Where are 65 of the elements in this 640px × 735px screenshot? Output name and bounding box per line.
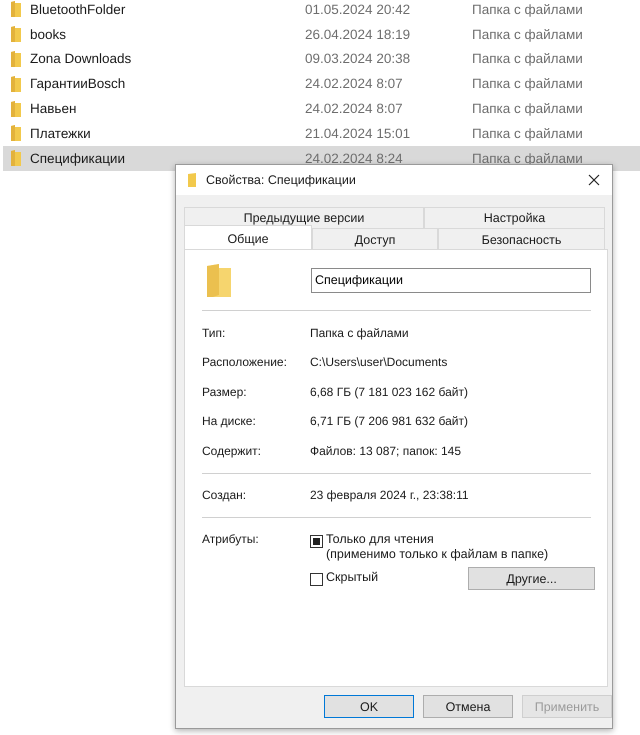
property-label: Размер: <box>202 384 248 399</box>
attributes-label: Атрибуты: <box>202 532 260 548</box>
folder-icon <box>188 173 196 187</box>
property-label: Создан: <box>202 488 248 502</box>
file-name: Zona Downloads <box>30 51 132 66</box>
property-label: На диске: <box>202 414 257 428</box>
file-type: Папка с файлами <box>472 76 583 92</box>
folder-icon <box>11 76 21 92</box>
dialog-button[interactable]: Отмена <box>423 695 513 718</box>
folder-icon <box>11 1 21 18</box>
property-value: 6,68 ГБ (7 181 023 162 байт) <box>310 384 468 399</box>
modified-date: 24.02.2024 8:24 <box>305 150 404 166</box>
checkbox[interactable] <box>310 573 323 586</box>
name-field[interactable]: Спецификации <box>311 268 591 292</box>
property-value: Файлов: 13 087; папок: 145 <box>310 444 462 458</box>
tab[interactable]: Безопасность <box>438 228 605 249</box>
file-row[interactable]: Платежки 21.04.2024 15:01 Папка с файлами <box>3 120 640 146</box>
file-type: Папка с файлами <box>472 26 583 42</box>
file-type: Папка с файлами <box>472 101 583 116</box>
file-row[interactable]: BluetoothFolder 01.05.2024 20:42 Папка с файлами <box>3 0 640 22</box>
close-icon[interactable] <box>588 174 600 186</box>
checkbox-label: Только для чтения <box>326 532 435 547</box>
file-name: BluetoothFolder <box>30 2 126 17</box>
file-name: Спецификации <box>30 150 126 166</box>
dialog-button[interactable]: OK <box>324 695 414 718</box>
file-type: Папка с файлами <box>472 150 583 166</box>
folder-icon <box>11 150 21 166</box>
modified-date: 01.05.2024 20:42 <box>305 2 412 17</box>
checkbox-label: Скрытый <box>326 570 378 585</box>
property-value: 6,71 ГБ (7 206 981 632 байт) <box>310 414 468 428</box>
file-row[interactable]: Zona Downloads 09.03.2024 20:38 Папка с файлами <box>3 46 640 72</box>
property-label: Тип: <box>202 326 226 340</box>
window-title: Свойства: Спецификации <box>206 173 357 187</box>
checkbox-note: (применимо только к файлам в папке) <box>326 547 548 562</box>
folder-icon <box>11 100 21 117</box>
file-name: books <box>30 26 68 42</box>
tab[interactable]: Общие <box>184 225 312 249</box>
property-label: Содержит: <box>202 444 262 458</box>
modified-date: 09.03.2024 20:38 <box>305 51 412 66</box>
file-name: ГарантииBosch <box>30 76 126 92</box>
file-row[interactable]: Навьен 24.02.2024 8:07 Папка с файлами <box>3 96 640 121</box>
folder-icon <box>11 26 21 42</box>
tab[interactable]: Предыдущие версии <box>184 207 424 228</box>
file-type: Папка с файлами <box>472 51 583 66</box>
file-type: Папка с файлами <box>472 2 583 17</box>
property-value: C:\Users\user\Documents <box>310 355 448 370</box>
file-name: Платежки <box>30 126 92 141</box>
modified-date: 24.02.2024 8:07 <box>305 76 404 92</box>
property-value: Папка с файлами <box>310 326 409 340</box>
property-value: 23 февраля 2024 г., 23:38:11 <box>310 488 469 502</box>
property-label: Расположение: <box>202 355 288 370</box>
modified-date: 21.04.2024 15:01 <box>305 126 412 141</box>
folder-icon <box>11 125 21 142</box>
folder-icon <box>11 50 21 67</box>
checkbox[interactable] <box>310 535 323 548</box>
file-row[interactable]: ГарантииBosch 24.02.2024 8:07 Папка с файлами <box>3 71 640 96</box>
tab[interactable]: Настройка <box>424 207 605 228</box>
modified-date: 24.02.2024 8:07 <box>305 101 404 116</box>
file-row[interactable]: books 26.04.2024 18:19 Папка с файлами <box>3 22 640 47</box>
file-type: Папка с файлами <box>472 126 583 141</box>
file-name: Навьен <box>30 101 78 116</box>
modified-date: 26.04.2024 18:19 <box>305 26 412 42</box>
advanced-button[interactable]: Другие... <box>468 567 596 590</box>
tab[interactable]: Доступ <box>312 228 438 249</box>
folder-icon <box>207 264 231 296</box>
